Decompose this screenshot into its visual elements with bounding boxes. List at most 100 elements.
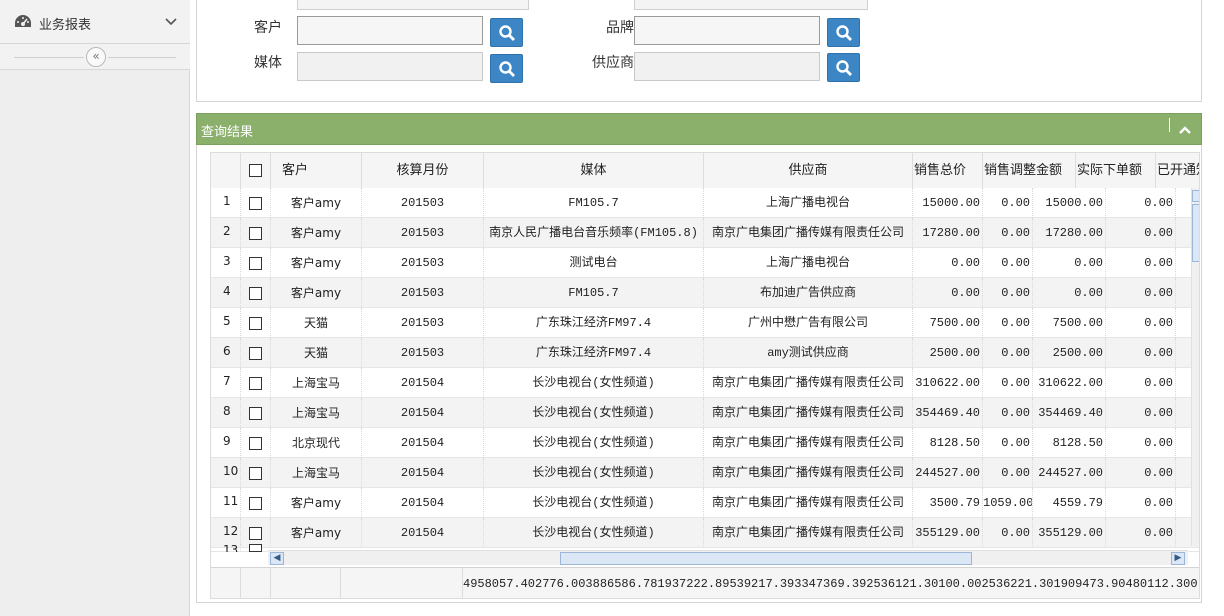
cell-customer: 北京现代 — [271, 428, 362, 458]
divider — [14, 57, 84, 58]
cell-month: 201504 — [362, 518, 484, 548]
results-grid: 客户 核算月份 媒体 供应商 销售总价 销售调整金额 实际下单额 已开通知 1客… — [210, 152, 1200, 599]
row-checkbox[interactable] — [249, 317, 262, 330]
table-row[interactable]: 6 天猫 201503 广东珠江经济FM97.4 amy测试供应商 2500.00 0.00… — [211, 338, 1199, 368]
row-number: 13 — [211, 544, 241, 552]
cell-customer: 客户amy — [271, 218, 362, 248]
cell-supplier: 南京广电集团广播传媒有限责任公司 — [704, 398, 913, 428]
cell-customer: 天猫 — [271, 308, 362, 338]
table-row[interactable]: 9 北京现代 201504 长沙电视台(女性频道) 南京广电集团广播传媒有限责任公司 81… — [211, 428, 1199, 458]
row-checkbox[interactable] — [249, 227, 262, 240]
supplier-search-button[interactable] — [827, 53, 860, 82]
cell-sales-total: 0.00 — [913, 278, 983, 308]
cell-actual-order: 17280.00 — [1033, 218, 1106, 248]
table-row[interactable]: 11 客户amy 201504 长沙电视台(女性频道) 南京广电集团广播传媒有限责任公司… — [211, 488, 1199, 518]
cell-actual-order: 244527.00 — [1033, 458, 1106, 488]
media-search-button[interactable] — [490, 54, 523, 83]
cell-sales-total: 310622.00 — [913, 368, 983, 398]
cell-media: FM105.7 — [484, 278, 704, 308]
cell-month: 201504 — [362, 488, 484, 518]
cell-sales-total: 0.00 — [913, 248, 983, 278]
cell-actual-order: 4559.79 — [1033, 488, 1106, 518]
cell-sales-adjust: 0.00 — [983, 368, 1033, 398]
double-chevron-left-icon[interactable]: « — [86, 47, 106, 67]
row-checkbox[interactable] — [249, 407, 262, 420]
table-row[interactable]: 1 客户amy 201503 FM105.7 上海广播电视台 15000.00 0.00 15… — [211, 188, 1199, 218]
horizontal-scroll-thumb[interactable] — [560, 552, 972, 565]
chevron-up-icon[interactable] — [1178, 123, 1192, 137]
cell-customer: 天猫 — [271, 338, 362, 368]
supplier-input[interactable] — [634, 52, 820, 81]
row-number: 1 — [211, 188, 241, 218]
search-icon — [498, 24, 515, 41]
table-row[interactable]: 10 上海宝马 201504 长沙电视台(女性频道) 南京广电集团广播传媒有限责任公司 2… — [211, 458, 1199, 488]
table-row[interactable]: 12 客户amy 201504 长沙电视台(女性频道) 南京广电集团广播传媒有限责任公司… — [211, 518, 1199, 548]
scroll-right-button[interactable]: ▶ — [1171, 552, 1185, 565]
footer-blank — [341, 568, 463, 598]
cell-actual-order: 2500.00 — [1033, 338, 1106, 368]
cell-supplier: 广州中懋广告有限公司 — [704, 308, 913, 338]
row-number: 5 — [211, 308, 241, 338]
cell-supplier: 南京广电集团广播传媒有限责任公司 — [704, 518, 913, 548]
table-row[interactable]: 8 上海宝马 201504 长沙电视台(女性频道) 南京广电集团广播传媒有限责任公司 35… — [211, 398, 1199, 428]
cell-notified: 0.00 — [1106, 278, 1176, 308]
cell-actual-order: 7500.00 — [1033, 308, 1106, 338]
vertical-scrollbar[interactable] — [1191, 188, 1199, 546]
cell-supplier: 南京广电集团广播传媒有限责任公司 — [704, 218, 913, 248]
cell-media: 长沙电视台(女性频道) — [484, 428, 704, 458]
row-checkbox[interactable] — [249, 544, 262, 552]
table-row[interactable]: 4 客户amy 201503 FM105.7 布加迪广告供应商 0.00 0.00 0.00 0… — [211, 278, 1199, 308]
cell-select — [241, 398, 271, 428]
cell-sales-total: 3500.79 — [913, 488, 983, 518]
scroll-left-button[interactable]: ◀ — [270, 552, 284, 565]
media-label: 媒体 — [254, 55, 282, 71]
row-number: 2 — [211, 218, 241, 248]
cell-actual-order: 15000.00 — [1033, 188, 1106, 218]
cell-month: 201504 — [362, 368, 484, 398]
row-checkbox[interactable] — [249, 197, 262, 210]
sidebar-item-business-reports[interactable]: 业务报表 — [0, 0, 190, 44]
column-header-sales-total[interactable]: 销售总价 — [913, 153, 983, 188]
customer-input[interactable] — [297, 16, 483, 45]
row-checkbox[interactable] — [249, 527, 262, 540]
row-checkbox[interactable] — [249, 347, 262, 360]
cell-notified: 0.00 — [1106, 188, 1176, 218]
column-header-customer[interactable]: 客户 — [271, 153, 362, 188]
column-header-month[interactable]: 核算月份 — [362, 153, 484, 188]
row-checkbox[interactable] — [249, 287, 262, 300]
row-checkbox[interactable] — [249, 377, 262, 390]
table-row[interactable]: 5 天猫 201503 广东珠江经济FM97.4 广州中懋广告有限公司 7500.00 0.… — [211, 308, 1199, 338]
row-checkbox[interactable] — [249, 257, 262, 270]
row-number: 7 — [211, 368, 241, 398]
brand-input[interactable] — [634, 16, 820, 45]
column-header-actual-order[interactable]: 实际下单额 — [1076, 153, 1156, 188]
brand-search-button[interactable] — [827, 18, 860, 47]
column-header-notified[interactable]: 已开通知 — [1156, 153, 1199, 188]
select-all-checkbox[interactable] — [249, 164, 262, 177]
row-checkbox[interactable] — [249, 497, 262, 510]
cell-select — [241, 188, 271, 218]
table-row[interactable]: 2 客户amy 201503 南京人民广播电台音乐频率(FM105.8) 南京广电集团广… — [211, 218, 1199, 248]
scroll-up-button[interactable] — [1192, 190, 1199, 202]
media-input[interactable] — [297, 52, 483, 81]
horizontal-scrollbar[interactable]: ◀ ▶ — [268, 550, 1188, 565]
cell-month: 201503 — [362, 188, 484, 218]
column-header-media[interactable]: 媒体 — [484, 153, 704, 188]
table-row[interactable]: 3 客户amy 201503 测试电台 上海广播电视台 0.00 0.00 0.00 0.00 — [211, 248, 1199, 278]
customer-search-button[interactable] — [490, 18, 523, 47]
column-header-supplier[interactable]: 供应商 — [704, 153, 913, 188]
row-number: 9 — [211, 428, 241, 458]
cell-actual-order: 0.00 — [1033, 278, 1106, 308]
row-checkbox[interactable] — [249, 437, 262, 450]
cell-customer: 上海宝马 — [271, 368, 362, 398]
cell-select — [241, 428, 271, 458]
table-row[interactable]: 7 上海宝马 201504 长沙电视台(女性频道) 南京广电集团广播传媒有限责任公司 31… — [211, 368, 1199, 398]
chevron-down-icon[interactable] — [164, 15, 178, 29]
sidebar-item-label: 业务报表 — [39, 18, 92, 33]
footer-blank — [211, 568, 241, 598]
row-checkbox[interactable] — [249, 467, 262, 480]
cell-sales-adjust: 0.00 — [983, 518, 1033, 548]
dashboard-gauge-icon — [15, 15, 31, 27]
column-header-sales-adjust[interactable]: 销售调整金额 — [983, 153, 1076, 188]
vertical-scroll-thumb[interactable] — [1192, 204, 1199, 262]
